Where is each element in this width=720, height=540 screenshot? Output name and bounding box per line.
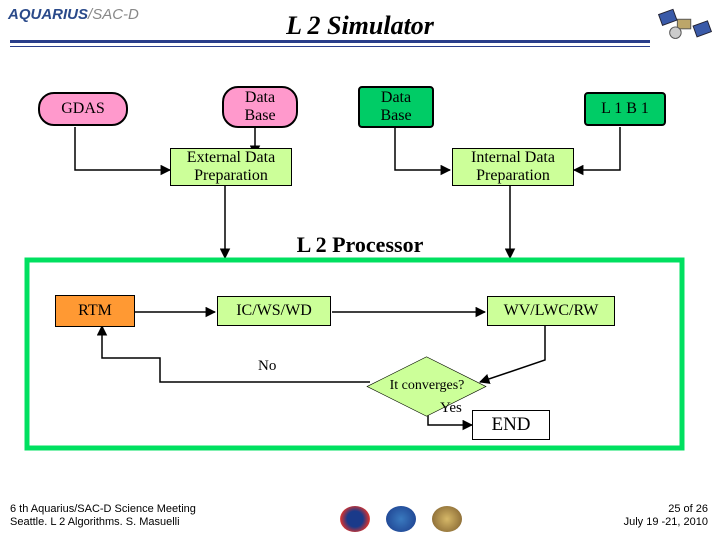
edge-label-no: No <box>258 358 276 375</box>
node-icwswd: IC/WS/WD <box>217 296 331 326</box>
edge-label-yes: Yes <box>440 400 462 417</box>
node-l1b1-label: L 1 B 1 <box>601 100 649 118</box>
footer-left: 6 th Aquarius/SAC-D Science Meeting Seat… <box>10 503 196 531</box>
node-database-1: Data Base <box>222 86 298 128</box>
node-database-1-label: Data Base <box>244 89 275 124</box>
footer-author: Seattle. L 2 Algorithms. S. Masuelli <box>10 516 196 530</box>
globe-icon <box>432 506 462 532</box>
node-internal-prep-label: Internal Data Preparation <box>471 149 555 184</box>
l2-processor-label: L 2 Processor <box>0 232 720 258</box>
node-external-prep: External Data Preparation <box>170 148 292 186</box>
node-wvlwcrw-label: WV/LWC/RW <box>504 302 599 320</box>
node-end-label: END <box>491 415 530 436</box>
node-database-2-label: Data Base <box>380 89 411 124</box>
flow-connectors <box>0 0 720 540</box>
footer-page: 25 of 26 <box>624 503 708 517</box>
node-external-prep-label: External Data Preparation <box>187 149 275 184</box>
node-wvlwcrw: WV/LWC/RW <box>487 296 615 326</box>
footer-meeting: 6 th Aquarius/SAC-D Science Meeting <box>10 503 196 517</box>
node-end: END <box>472 410 550 440</box>
node-icwswd-label: IC/WS/WD <box>236 302 312 320</box>
node-internal-prep: Internal Data Preparation <box>452 148 574 186</box>
conae-icon <box>386 506 416 532</box>
node-l1b1: L 1 B 1 <box>584 92 666 126</box>
node-gdas-label: GDAS <box>61 100 105 118</box>
footer-badges <box>340 506 462 532</box>
footer-date: July 19 -21, 2010 <box>624 516 708 530</box>
node-converge: It converges? <box>362 356 492 416</box>
node-rtm-label: RTM <box>78 302 112 320</box>
node-database-2: Data Base <box>358 86 434 128</box>
node-gdas: GDAS <box>38 92 128 126</box>
node-converge-label: It converges? <box>390 378 465 394</box>
footer-right: 25 of 26 July 19 -21, 2010 <box>624 503 708 531</box>
nasa-icon <box>340 506 370 532</box>
node-rtm: RTM <box>55 295 135 327</box>
